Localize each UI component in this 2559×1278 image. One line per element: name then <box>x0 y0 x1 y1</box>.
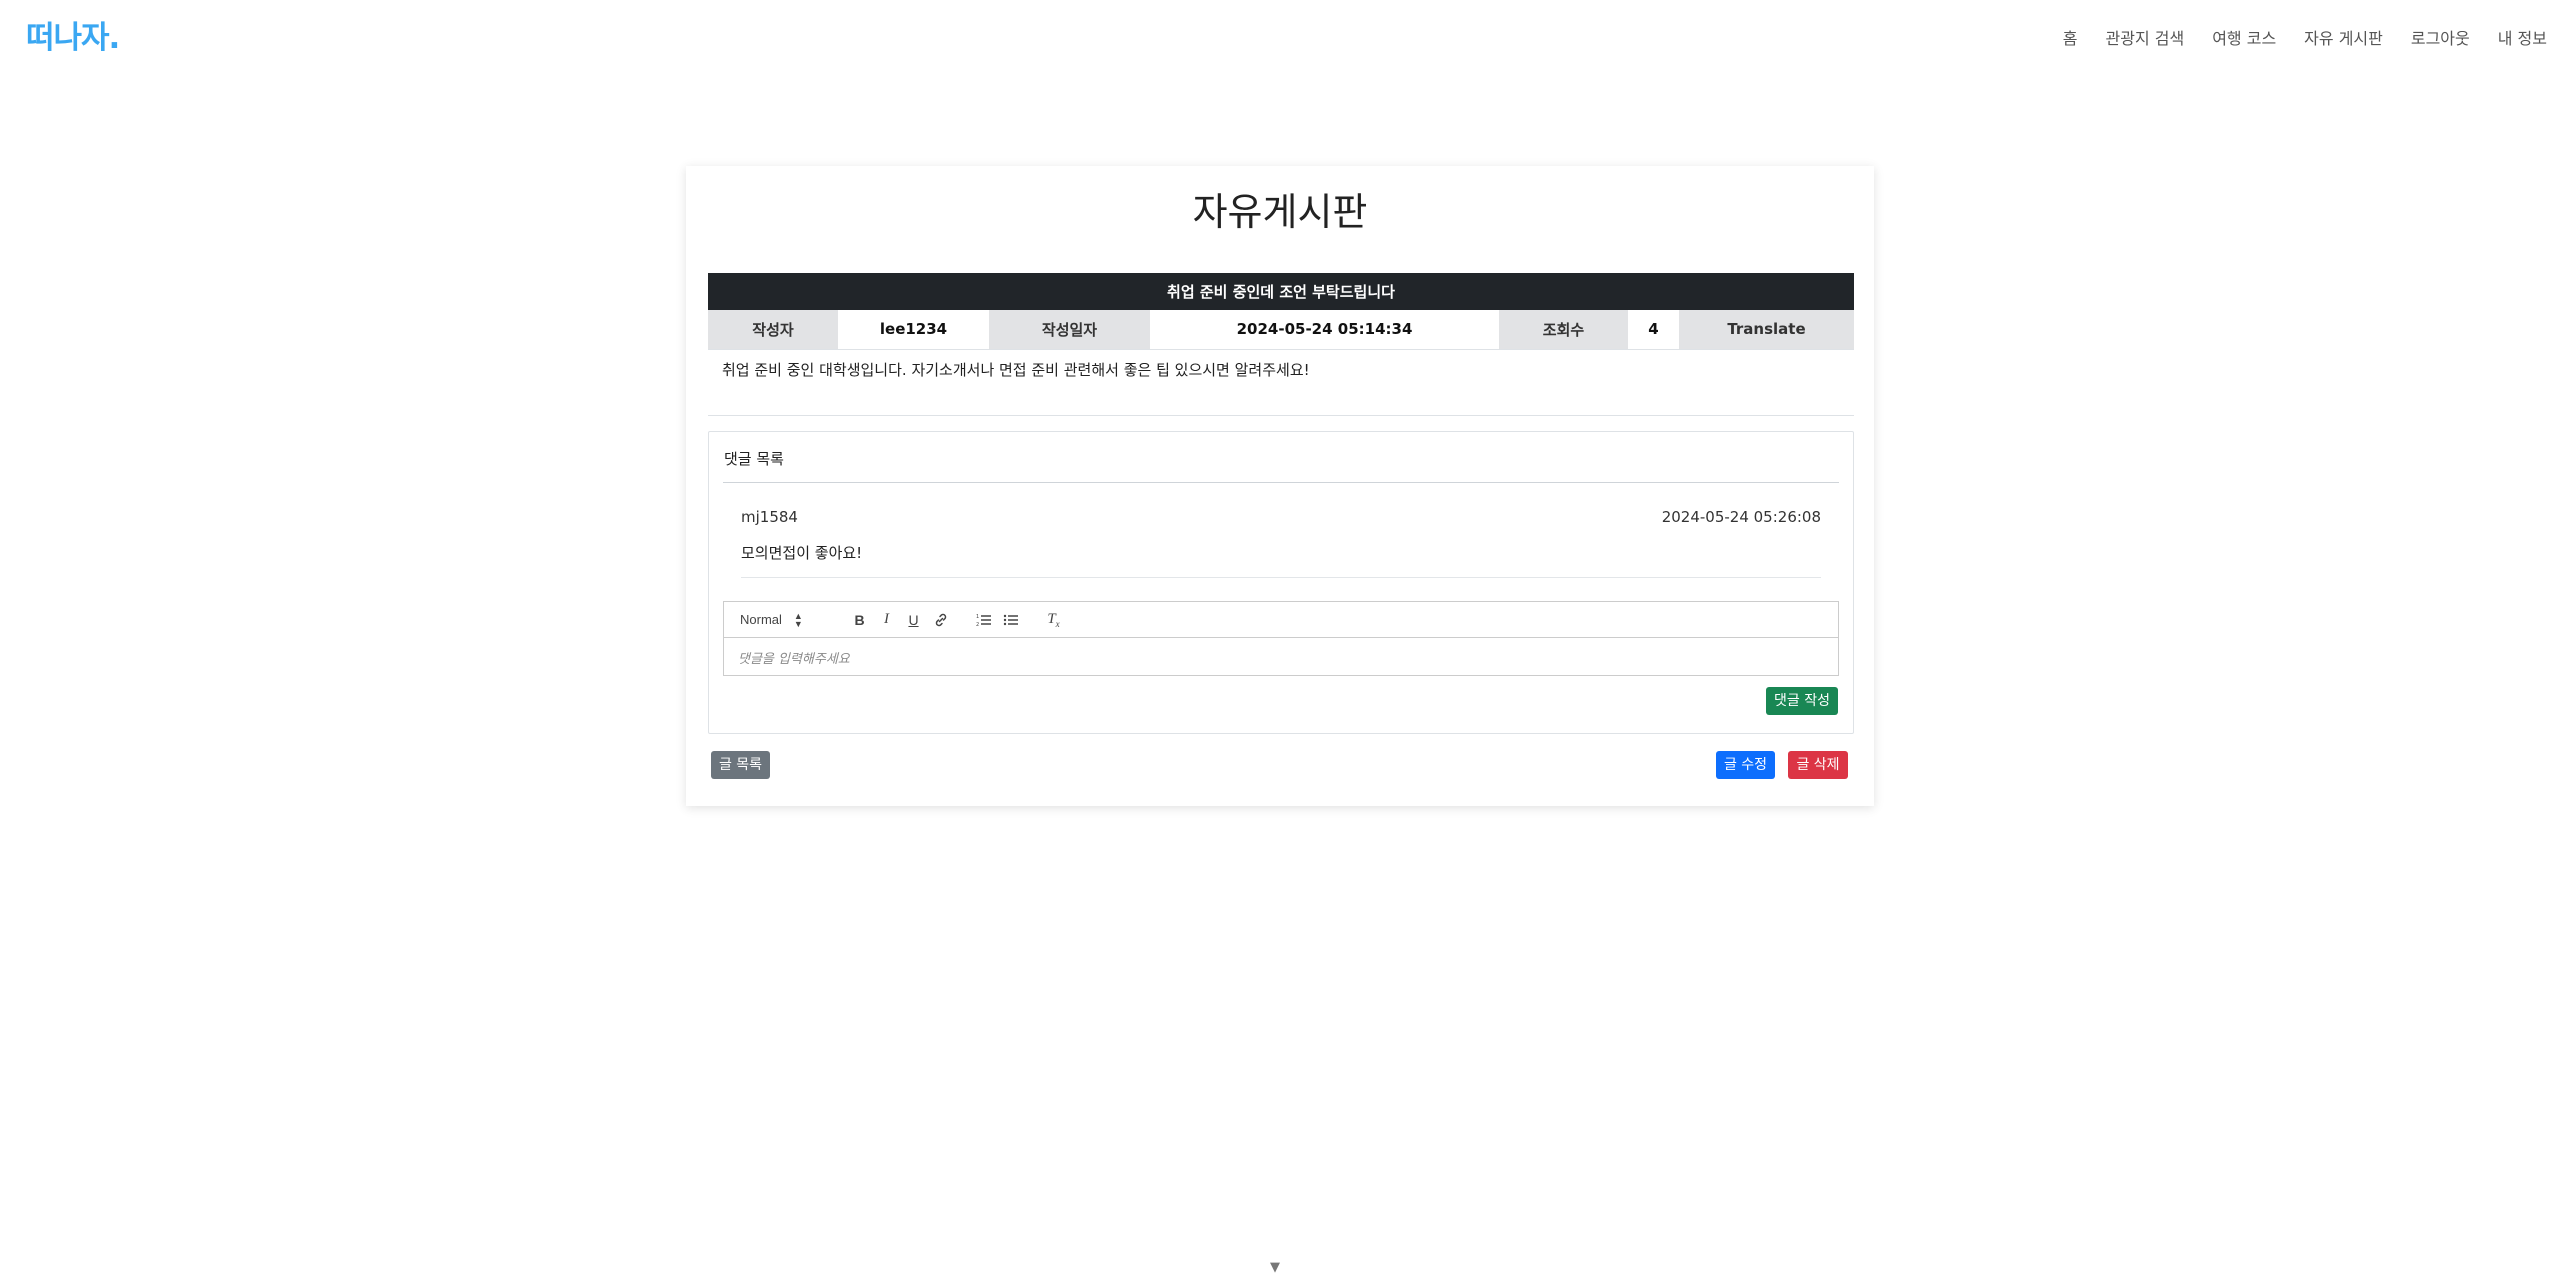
date-label: 작성일자 <box>989 310 1150 350</box>
author-label: 작성자 <box>708 310 838 350</box>
date-value: 2024-05-24 05:14:34 <box>1150 310 1499 350</box>
navbar: 떠나자. 홈 관광지 검색 여행 코스 자유 게시판 로그아웃 내 정보 <box>0 0 2559 78</box>
scroll-down-icon[interactable]: ▼ <box>1270 1260 1280 1275</box>
author-value: lee1234 <box>838 310 989 350</box>
page-title: 자유게시판 <box>1192 190 1368 234</box>
select-arrows-icon: ▲ ▼ <box>793 610 803 629</box>
comment-editor[interactable]: 댓글을 입력해주세요 <box>723 638 1839 676</box>
post-card: 자유게시판 취업 준비 중인데 조언 부탁드립니다 작성자 lee1234 작성… <box>686 166 1874 806</box>
post-meta-row: 작성자 lee1234 작성일자 2024-05-24 05:14:34 조회수… <box>708 310 1854 350</box>
post-table: 취업 준비 중인데 조언 부탁드립니다 작성자 lee1234 작성일자 202… <box>708 273 1854 350</box>
edit-post-button[interactable]: 글 수정 <box>1716 751 1775 779</box>
translate-button[interactable]: Translate <box>1679 310 1854 350</box>
link-icon[interactable] <box>927 608 954 632</box>
nav-menu: 홈 관광지 검색 여행 코스 자유 게시판 로그아웃 내 정보 <box>2035 26 2547 52</box>
post-title: 취업 준비 중인데 조언 부탁드립니다 <box>708 273 1854 310</box>
views-label: 조회수 <box>1499 310 1628 350</box>
comments-header: 댓글 목록 <box>724 450 784 468</box>
delete-post-button[interactable]: 글 삭제 <box>1788 751 1848 779</box>
post-content: 취업 준비 중인 대학생입니다. 자기소개서나 면접 준비 관련해서 좋은 팁 … <box>722 361 1310 379</box>
content-divider <box>708 415 1854 416</box>
comment-date: 2024-05-24 05:26:08 <box>1661 508 1821 526</box>
comment-text: 모의면접이 좋아요! <box>741 544 863 562</box>
italic-icon[interactable]: I <box>873 608 900 632</box>
svg-text:1: 1 <box>976 614 979 620</box>
format-select-value: Normal <box>740 612 782 627</box>
comments-header-divider <box>723 482 1839 483</box>
editor-toolbar: Normal ▲ ▼ B I U 12 Tx <box>723 601 1839 638</box>
comment-editor-placeholder: 댓글을 입력해주세요 <box>738 652 850 667</box>
nav-item-attraction-search[interactable]: 관광지 검색 <box>2106 26 2185 52</box>
clear-format-icon[interactable]: Tx <box>1040 608 1067 632</box>
views-value: 4 <box>1628 310 1679 350</box>
comment-author: mj1584 <box>741 508 798 526</box>
post-title-row: 취업 준비 중인데 조언 부탁드립니다 <box>708 273 1854 310</box>
format-select[interactable]: Normal ▲ ▼ <box>740 610 830 629</box>
nav-item-home[interactable]: 홈 <box>2063 26 2078 52</box>
comment-divider <box>741 577 1821 578</box>
bold-icon[interactable]: B <box>846 608 873 632</box>
nav-item-free-board[interactable]: 자유 게시판 <box>2304 26 2383 52</box>
nav-item-my-info[interactable]: 내 정보 <box>2498 26 2547 52</box>
post-list-button[interactable]: 글 목록 <box>711 751 770 779</box>
bullet-list-icon[interactable] <box>997 608 1024 632</box>
logo[interactable]: 떠나자. <box>26 18 120 58</box>
nav-item-logout[interactable]: 로그아웃 <box>2411 26 2470 52</box>
submit-comment-button[interactable]: 댓글 작성 <box>1766 687 1838 715</box>
ordered-list-icon[interactable]: 12 <box>970 608 997 632</box>
underline-icon[interactable]: U <box>900 608 927 632</box>
svg-text:2: 2 <box>976 622 979 627</box>
comments-section: 댓글 목록 mj1584 2024-05-24 05:26:08 모의면접이 좋… <box>708 431 1854 734</box>
nav-item-travel-course[interactable]: 여행 코스 <box>2212 26 2276 52</box>
